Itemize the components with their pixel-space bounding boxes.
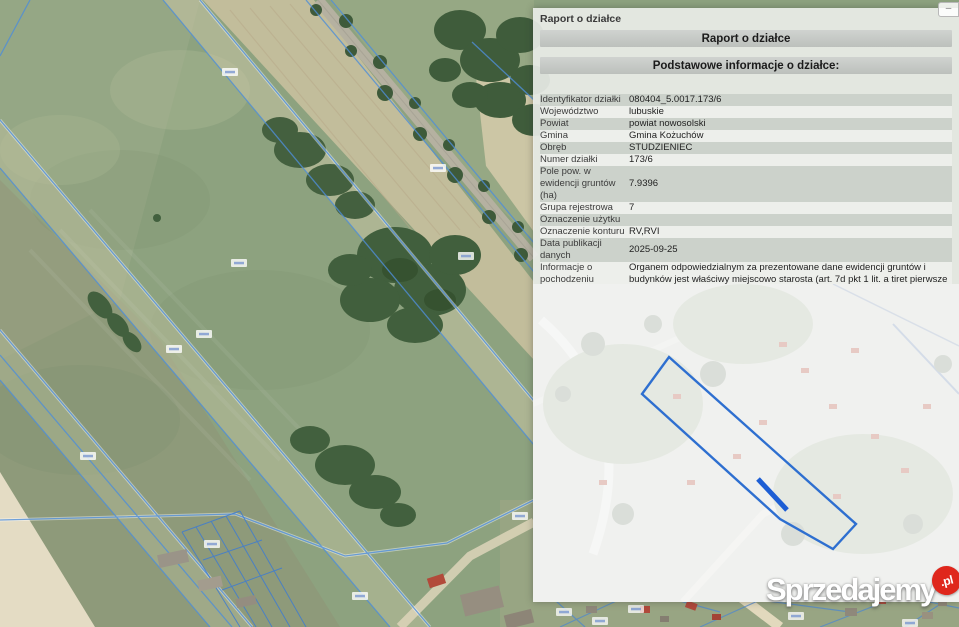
section-header-bar: Podstawowe informacje o działce: (540, 57, 952, 74)
table-row: Oznaczenie użytku (540, 214, 952, 226)
section-header-text: Podstawowe informacje o działce: (653, 60, 840, 72)
table-row: Powiat powiat nowosolski (540, 118, 952, 130)
watermark: Sprzedajemy .pl Akcep (766, 573, 959, 607)
report-header-bar: Raport o działce (540, 30, 952, 47)
parcel-id-value: 080404_5.0017.173/6 (627, 94, 952, 106)
parcel-info-table: Identyfikator działki 080404_5.0017.173/… (540, 94, 952, 298)
table-row: Grupa rejestrowa 7 (540, 202, 952, 214)
report-header-text: Raport o działce (702, 33, 791, 45)
watermark-brand: Sprzedajemy (766, 573, 935, 607)
table-row: Data publikacji danych 2025-09-25 (540, 238, 952, 262)
minimize-button[interactable]: – (938, 2, 959, 17)
table-row: Oznaczenie konturu RV,RVI (540, 226, 952, 238)
table-row: Numer działki 173/6 (540, 154, 952, 166)
table-row: Identyfikator działki 080404_5.0017.173/… (540, 94, 952, 106)
table-row: Pole pow. w ewidencji gruntów (ha) 7.939… (540, 166, 952, 202)
parcel-locator-map (533, 284, 959, 602)
panel-title: Raport o działce (533, 8, 959, 30)
table-row: Województwo lubuskie (540, 106, 952, 118)
table-row: Obręb STUDZIENIEC (540, 142, 952, 154)
table-row: Gmina Gmina Kożuchów (540, 130, 952, 142)
geoportal-screen: Raport o działce Raport o działce Podsta… (0, 0, 959, 627)
report-panel: Raport o działce Raport o działce Podsta… (533, 8, 959, 602)
